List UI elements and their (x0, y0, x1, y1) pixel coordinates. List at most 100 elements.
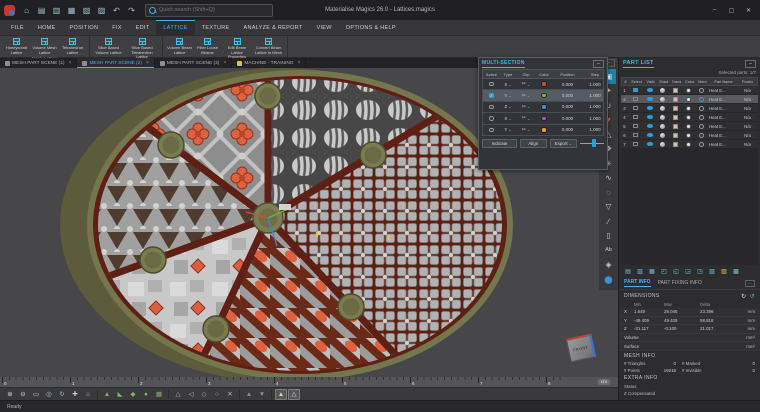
section-color-swatch[interactable] (541, 81, 547, 87)
tab-fix[interactable]: FIX (105, 20, 128, 35)
part-name[interactable]: Heat E... (708, 95, 737, 103)
active-check[interactable]: ✓ (489, 93, 495, 99)
transparency-icon[interactable] (673, 133, 678, 138)
section-row[interactable]: Y⌄ ✂⌄ 0.000 1.000 (482, 125, 604, 136)
scene-tab-1[interactable]: MESH PART SCENE (1)× (0, 58, 77, 68)
step-value[interactable]: 1.000 (583, 125, 607, 135)
transparency-icon[interactable] (673, 97, 678, 102)
position-value[interactable]: 0.000 (552, 79, 583, 89)
auto-refresh-icon[interactable]: ↺ (750, 293, 755, 300)
label-part-icon[interactable]: ▨ (719, 267, 729, 276)
part-row[interactable]: 1 Heat E... N/a (621, 86, 758, 95)
part-name[interactable]: Heat E... (708, 113, 737, 121)
visible-eye-icon[interactable] (647, 124, 653, 128)
part-name[interactable]: Heat E... (708, 131, 737, 139)
edit-beam-lattice-properties-button[interactable]: Edit Beam Lattice Properties (222, 37, 252, 60)
unmark-shell-icon[interactable]: ○ (211, 389, 223, 400)
active-radio[interactable] (489, 128, 494, 133)
unmark-all-icon[interactable]: ✕ (224, 389, 236, 400)
slice-based-tetrahedron-lattice-button[interactable]: Slice Based Tetrahedron Lattice (125, 37, 159, 60)
marking-tool-a-icon[interactable]: ▲ (275, 389, 287, 400)
transparency-icon[interactable] (673, 106, 678, 111)
rescale-icon[interactable]: ◲ (683, 267, 693, 276)
select-checkbox[interactable] (633, 97, 638, 102)
tab-lattice[interactable]: LATTICE (156, 20, 194, 35)
part-row[interactable]: 4 Heat E... N/a (621, 113, 758, 122)
select-checkbox[interactable] (633, 106, 638, 111)
shade-icon[interactable] (660, 115, 665, 120)
step-value[interactable]: 1.000 (583, 113, 607, 123)
slice-based-volume-lattice-button[interactable]: Slice Based Volume Lattice (93, 37, 124, 60)
part-row[interactable]: 5 Heat E... N/a (621, 122, 758, 131)
mark-triangle-icon[interactable]: ▲ (101, 389, 113, 400)
step-value[interactable]: 1.000 (583, 90, 607, 100)
close-button[interactable]: ✕ (741, 4, 756, 17)
shade-icon[interactable] (660, 88, 665, 93)
label-icon[interactable]: Ab (601, 243, 616, 258)
unmark-plane-icon[interactable]: ◁ (185, 389, 197, 400)
close-tab-icon[interactable]: × (223, 60, 226, 66)
tab-analyze-report[interactable]: ANALYZE & REPORT (237, 20, 310, 35)
filter-down-icon[interactable]: ▼ (256, 389, 268, 400)
section-row[interactable]: X⌄ ✂⌄ 0.000 1.000 (482, 79, 604, 90)
select-checkbox[interactable] (633, 142, 638, 147)
honeycomb-lattice-button[interactable]: Honeycomb Lattice (3, 37, 30, 55)
shade-icon[interactable] (660, 133, 665, 138)
tab-part-fixing-info[interactable]: PART FIXING INFO (658, 280, 702, 286)
shade-icon[interactable] (660, 124, 665, 129)
part-color-swatch[interactable] (686, 133, 691, 138)
part-color-swatch[interactable] (686, 124, 691, 129)
shade-icon[interactable] (660, 142, 665, 147)
part-list-collapse-button[interactable]: – (745, 60, 756, 68)
shade-icon[interactable] (660, 97, 665, 102)
clip-dropdown[interactable]: ✂⌄ (516, 125, 536, 135)
part-row[interactable]: 7 Heat E... N/a (621, 140, 758, 149)
step-value[interactable]: 1.000 (583, 102, 607, 112)
mirror-icon[interactable]: ◳ (695, 267, 705, 276)
marking-tool-b-icon[interactable]: △ (288, 389, 300, 400)
align-button[interactable]: Align (520, 139, 547, 148)
unmark-surface-icon[interactable]: ◇ (198, 389, 210, 400)
open-file-icon[interactable]: ▥ (50, 4, 63, 17)
gear-icon[interactable]: ◈ (601, 258, 616, 273)
redo-icon[interactable]: ↷ (125, 4, 138, 17)
visible-eye-icon[interactable] (647, 88, 653, 92)
transparency-icon[interactable] (673, 88, 678, 93)
visible-eye-icon[interactable] (647, 115, 653, 119)
zoom-in-icon[interactable]: ⊕ (4, 389, 16, 400)
section-color-swatch[interactable] (541, 127, 547, 133)
duplicate-icon[interactable]: ▧ (707, 267, 717, 276)
zoom-window-icon[interactable]: ▭ (30, 389, 42, 400)
home-view-icon[interactable]: ⌂ (82, 389, 94, 400)
position-value[interactable]: 0.000 (552, 113, 583, 123)
tab-options-help[interactable]: OPTIONS & HELP (339, 20, 403, 35)
home-icon[interactable]: ⌂ (20, 4, 33, 17)
select-checkbox[interactable] (633, 88, 638, 93)
curve-icon[interactable]: ∿ (601, 171, 616, 186)
scene-tab-3[interactable]: MESH PART SCENE (3)× (155, 58, 232, 68)
translate-icon[interactable]: ◰ (659, 267, 669, 276)
import-part-icon[interactable]: ▧ (80, 4, 93, 17)
new-file-icon[interactable]: ▤ (35, 4, 48, 17)
volume-beam-lattice-button[interactable]: Volume Beam Lattice (166, 37, 193, 60)
part-row[interactable]: 6 Heat E... N/a (621, 131, 758, 140)
active-radio[interactable] (489, 82, 494, 87)
triangle-page-icon[interactable]: ▽ (601, 200, 616, 215)
tab-file[interactable]: FILE (4, 20, 31, 35)
minimize-button[interactable]: – (707, 4, 722, 17)
close-tab-icon[interactable]: × (298, 60, 301, 66)
scene-tab-2[interactable]: MESH PART SCENE (2)× (77, 58, 154, 68)
tab-edit[interactable]: EDIT (129, 20, 157, 35)
shade-icon[interactable] (660, 106, 665, 111)
undo-icon[interactable]: ↶ (110, 4, 123, 17)
active-radio[interactable] (489, 105, 494, 110)
open-part-icon[interactable]: ▤ (623, 267, 633, 276)
select-checkbox[interactable] (633, 115, 638, 120)
part-name[interactable]: Heat E... (708, 140, 737, 148)
part-color-swatch[interactable] (686, 115, 691, 120)
slider-thumb[interactable] (592, 139, 596, 147)
zoom-fit-icon[interactable]: ◎ (43, 389, 55, 400)
lasso-icon[interactable]: ◌ (601, 185, 616, 200)
active-radio[interactable] (489, 116, 494, 121)
transparency-icon[interactable] (673, 124, 678, 129)
